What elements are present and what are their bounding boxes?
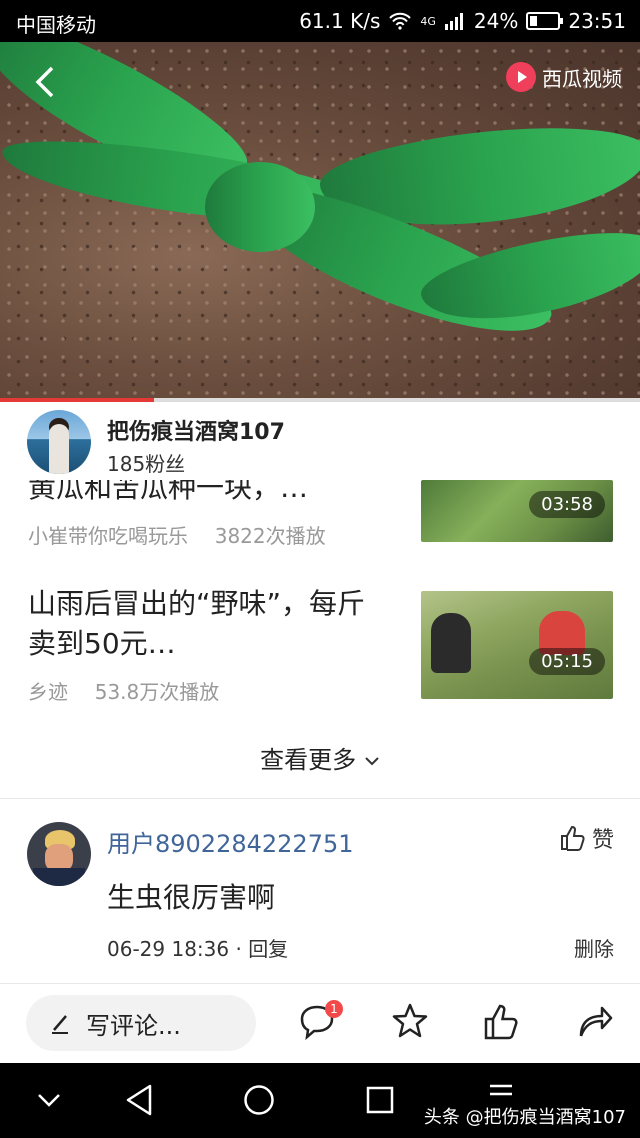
home-circle-icon[interactable] xyxy=(243,1084,275,1116)
video-duration: 03:58 xyxy=(529,491,605,518)
related-item-thumbnail[interactable]: 05:15 xyxy=(421,591,613,699)
back-arrow-icon[interactable] xyxy=(32,64,58,100)
brand-watermark: 西瓜视频 xyxy=(506,62,622,92)
comment-text: 生虫很厉害啊 xyxy=(107,881,276,914)
battery-percent: 24% xyxy=(473,9,519,33)
star-icon[interactable] xyxy=(390,1002,430,1040)
related-item-plays: 53.8万次播放 xyxy=(94,680,220,704)
share-icon[interactable] xyxy=(576,1002,614,1040)
leaf-shape xyxy=(205,162,315,252)
author-name[interactable]: 把伤痕当酒窝107 xyxy=(107,414,285,446)
toutiao-watermark: 头条 @把伤痕当酒窝107 xyxy=(423,1107,626,1128)
commenter-avatar[interactable] xyxy=(27,822,91,886)
video-player[interactable]: 西瓜视频 xyxy=(0,42,640,398)
brand-name: 西瓜视频 xyxy=(542,66,622,91)
status-bar: 中国移动 61.1 K/s 4G 24% 23:51 xyxy=(0,0,640,42)
thumbs-up-icon[interactable] xyxy=(482,1002,522,1042)
related-item-source: 乡迹 xyxy=(28,680,68,704)
clock: 23:51 xyxy=(568,9,626,33)
carrier-label: 中国移动 xyxy=(16,13,96,37)
see-more-label: 查看更多 xyxy=(260,746,357,774)
related-item-meta: 小崔带你吃喝玩乐 3822次播放 xyxy=(28,520,326,549)
write-comment-input[interactable]: 写评论... xyxy=(26,995,256,1051)
comment-meta: 06-29 18:36 · 回复 xyxy=(107,937,289,961)
comment-time: 06-29 18:36 xyxy=(107,937,230,961)
section-divider xyxy=(0,798,640,799)
like-label: 赞 xyxy=(591,828,614,853)
author-avatar[interactable] xyxy=(27,410,91,474)
recents-square-icon[interactable] xyxy=(366,1086,394,1114)
status-right: 61.1 K/s 4G 24% 23:51 xyxy=(299,9,626,33)
thumbs-up-icon xyxy=(560,825,585,851)
author-info[interactable]: 把伤痕当酒窝107 185粉丝 xyxy=(0,402,640,480)
bottom-action-bar: 写评论... 1 xyxy=(0,983,640,1064)
brand-logo-icon xyxy=(506,62,536,92)
chevron-down-icon[interactable] xyxy=(36,1091,62,1109)
chevron-down-icon xyxy=(365,757,379,766)
related-item[interactable]: 黄瓜和苦瓜种一块，… 小崔带你吃喝玩乐 3822次播放 03:58 xyxy=(0,480,640,555)
signal-icon xyxy=(444,13,463,30)
related-item-title: 山雨后冒出的“野味”，每斤卖到50元… xyxy=(28,587,366,660)
see-more-button[interactable]: 查看更多 xyxy=(0,740,640,775)
network-type: 4G xyxy=(420,14,436,28)
related-item-title: 黄瓜和苦瓜种一块，… xyxy=(28,480,309,504)
video-duration: 05:15 xyxy=(529,648,605,675)
comment-username[interactable]: 用户8902284222751 xyxy=(107,824,354,859)
delete-button[interactable]: 删除 xyxy=(574,933,614,962)
menu-icon[interactable] xyxy=(488,1083,514,1105)
wifi-icon xyxy=(389,12,412,30)
related-item-meta: 乡迹 53.8万次播放 xyxy=(28,676,219,705)
reply-button[interactable]: 回复 xyxy=(248,937,288,961)
related-item-plays: 3822次播放 xyxy=(214,524,326,548)
comment-count-badge: 1 xyxy=(325,1000,343,1018)
write-comment-placeholder: 写评论... xyxy=(86,1011,181,1040)
related-item-source: 小崔带你吃喝玩乐 xyxy=(28,524,188,548)
author-fans-count: 185粉丝 xyxy=(107,452,186,476)
pen-icon xyxy=(52,1015,68,1034)
network-speed: 61.1 K/s xyxy=(299,9,381,33)
system-nav-bar: 头条 @把伤痕当酒窝107 xyxy=(0,1063,640,1138)
battery-icon xyxy=(526,12,564,30)
related-item-thumbnail[interactable]: 03:58 xyxy=(421,480,613,542)
comment-like-button[interactable]: 赞 xyxy=(558,822,614,854)
related-item[interactable]: 山雨后冒出的“野味”，每斤卖到50元… 乡迹 53.8万次播放 05:15 xyxy=(0,582,640,705)
back-triangle-icon[interactable] xyxy=(124,1083,154,1117)
